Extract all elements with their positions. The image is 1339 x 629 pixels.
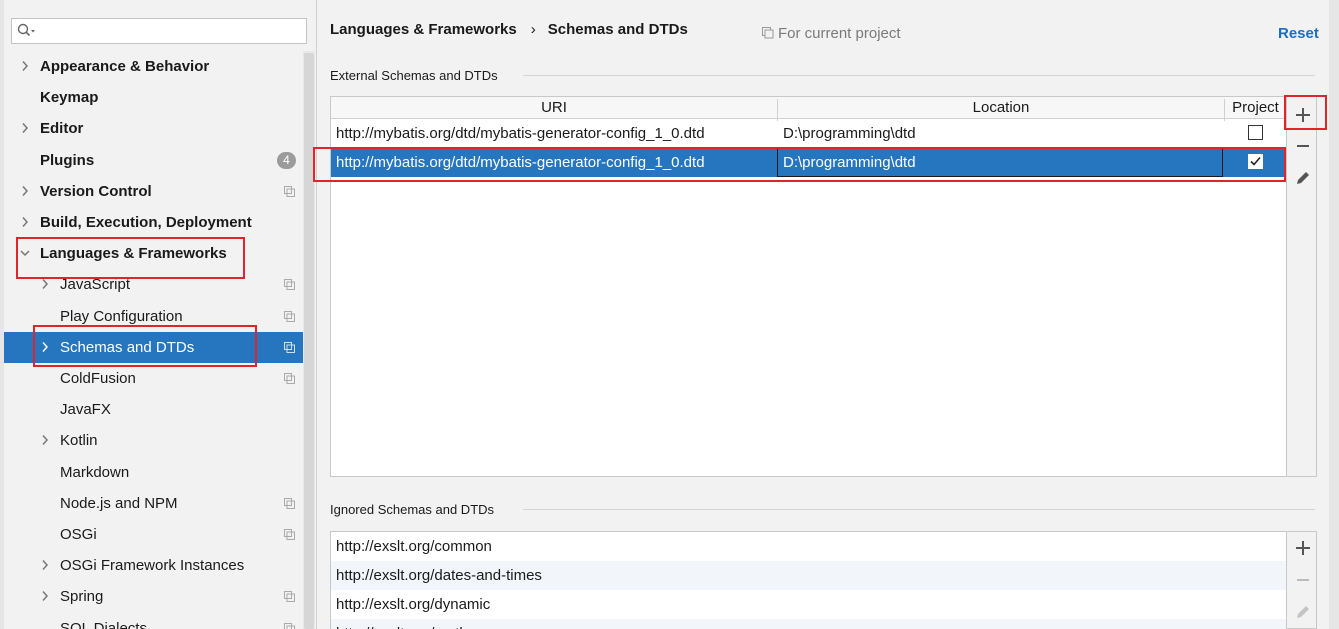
add-icon[interactable] xyxy=(1292,537,1314,559)
edit-icon[interactable] xyxy=(1292,601,1314,623)
chevron-right-icon[interactable] xyxy=(20,60,30,72)
annotation-box xyxy=(16,237,245,279)
table-row[interactable]: http://mybatis.org/dtd/mybatis-generator… xyxy=(331,119,1286,148)
column-header-location[interactable]: Location xyxy=(778,99,1224,116)
chevron-right-icon[interactable] xyxy=(40,590,50,602)
list-item[interactable]: http://exslt.org/dynamic xyxy=(331,590,1286,619)
remove-icon[interactable] xyxy=(1292,135,1314,157)
chevron-right-icon[interactable] xyxy=(20,216,30,228)
sidebar-item-label: Appearance & Behavior xyxy=(40,58,210,75)
sidebar-item-label: Markdown xyxy=(60,463,130,481)
sidebar-item-label: Spring xyxy=(60,588,104,606)
window-edge xyxy=(1329,0,1339,629)
project-scope-icon xyxy=(284,279,295,291)
sidebar-item-osgi[interactable]: OSGi xyxy=(4,519,315,550)
sidebar-item-appearance-behavior[interactable]: Appearance & Behavior xyxy=(4,51,315,82)
sidebar-item-osgi-framework-instances[interactable]: OSGi Framework Instances xyxy=(4,550,315,581)
sidebar-item-label: Editor xyxy=(40,120,84,138)
column-header-project[interactable]: Project xyxy=(1225,99,1286,116)
scope-text: For current project xyxy=(778,25,901,42)
project-checkbox[interactable] xyxy=(1248,125,1263,140)
sidebar-item-label: Kotlin xyxy=(60,432,98,450)
scrollbar-thumb[interactable] xyxy=(304,53,314,629)
search-input[interactable] xyxy=(11,18,307,44)
sidebar-item-node-js-and-npm[interactable]: Node.js and NPM xyxy=(4,488,315,519)
sidebar-item-label: Play Configuration xyxy=(60,307,183,325)
project-scope-icon xyxy=(284,341,295,353)
chevron-right-icon[interactable] xyxy=(20,185,30,197)
chevron-right-icon[interactable] xyxy=(40,434,50,446)
sidebar-item-kotlin[interactable]: Kotlin xyxy=(4,425,315,456)
annotation-box xyxy=(1284,95,1327,130)
sidebar-item-coldfusion[interactable]: ColdFusion xyxy=(4,363,315,394)
sidebar-item-label: OSGi xyxy=(60,526,97,543)
reset-button[interactable]: Reset xyxy=(1278,25,1319,42)
sidebar-item-build-execution-deployment[interactable]: Build, Execution, Deployment xyxy=(4,207,315,238)
chevron-right-icon[interactable] xyxy=(40,559,50,571)
divider xyxy=(523,509,1315,510)
table-header: URI Location Project xyxy=(331,97,1286,121)
sidebar-item-keymap[interactable]: Keymap xyxy=(4,82,315,113)
settings-content: Languages & Frameworks › Schemas and DTDs … xyxy=(316,0,1339,629)
scope-label: For current project xyxy=(762,25,901,42)
settings-sidebar: Appearance & Behavior Keymap Editor Plugins… xyxy=(0,0,316,629)
project-scope-icon xyxy=(284,310,295,322)
sidebar-item-markdown[interactable]: Markdown xyxy=(4,457,315,488)
remove-icon[interactable] xyxy=(1292,569,1314,591)
project-scope-icon xyxy=(284,497,295,509)
annotation-box xyxy=(33,325,257,367)
sidebar-item-label: ColdFusion xyxy=(60,370,136,387)
sidebar-item-label: OSGi Framework Instances xyxy=(60,557,245,575)
location-cell[interactable]: D:\programming\dtd xyxy=(783,125,916,142)
project-scope-icon xyxy=(284,622,295,629)
sidebar-item-spring[interactable]: Spring xyxy=(4,581,315,612)
project-scope-icon xyxy=(284,529,295,540)
project-scope-icon xyxy=(284,591,295,603)
annotation-box xyxy=(313,147,1286,182)
search-icon[interactable] xyxy=(16,22,36,40)
list-item[interactable]: http://exslt.org/math xyxy=(331,619,1286,629)
breadcrumb-parent[interactable]: Languages & Frameworks xyxy=(330,21,517,38)
sidebar-item-label: Build, Execution, Deployment xyxy=(40,214,252,231)
sidebar-item-editor[interactable]: Editor xyxy=(4,113,315,144)
project-scope-icon xyxy=(762,27,774,39)
sidebar-item-sql-dialects[interactable]: SQL Dialects xyxy=(4,613,315,629)
edit-icon[interactable] xyxy=(1292,167,1314,189)
sidebar-item-label: Version Control xyxy=(40,182,152,200)
project-scope-icon xyxy=(284,373,295,384)
sidebar-item-label: Node.js and NPM xyxy=(60,494,178,512)
chevron-right-icon[interactable] xyxy=(40,278,50,290)
sidebar-scrollbar[interactable] xyxy=(303,51,315,629)
breadcrumb-separator: › xyxy=(530,21,536,38)
update-count-badge: 4 xyxy=(277,151,296,169)
ignored-section-title: Ignored Schemas and DTDs xyxy=(330,502,495,517)
project-scope-icon xyxy=(284,185,295,197)
sidebar-item-plugins[interactable]: Plugins 4 xyxy=(4,145,315,176)
external-section-title: External Schemas and DTDs xyxy=(330,68,498,83)
breadcrumb-current: Schemas and DTDs xyxy=(547,21,688,38)
divider xyxy=(523,75,1315,76)
uri-cell[interactable]: http://mybatis.org/dtd/mybatis-generator… xyxy=(336,125,705,142)
breadcrumb: Languages & Frameworks › Schemas and DTDs xyxy=(330,21,688,38)
column-header-uri[interactable]: URI xyxy=(331,99,777,116)
sidebar-item-label: JavaFX xyxy=(60,401,111,419)
sidebar-item-version-control[interactable]: Version Control xyxy=(4,176,315,207)
list-item[interactable]: http://exslt.org/common xyxy=(331,532,1286,561)
sidebar-item-javafx[interactable]: JavaFX xyxy=(4,394,315,425)
sidebar-item-label: Plugins xyxy=(40,151,95,169)
ignored-schemas-list[interactable]: http://exslt.org/common http://exslt.org… xyxy=(330,531,1287,629)
chevron-right-icon[interactable] xyxy=(20,122,30,134)
sidebar-item-label: Keymap xyxy=(40,89,99,107)
list-item[interactable]: http://exslt.org/dates-and-times xyxy=(331,561,1286,590)
sidebar-item-label: SQL Dialects xyxy=(60,619,147,629)
